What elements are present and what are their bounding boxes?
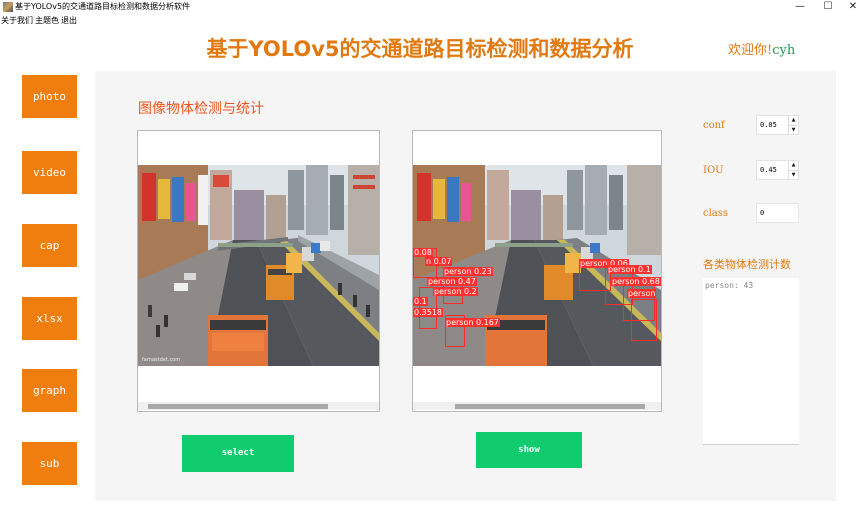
welcome-text: 欢迎你!cyh xyxy=(728,42,795,60)
section-title: 图像物体检测与统计 xyxy=(138,101,264,117)
detection-label: person xyxy=(627,289,657,298)
detected-hscrollbar[interactable] xyxy=(413,402,661,410)
iou-up-arrow-icon[interactable]: ▲ xyxy=(788,161,798,170)
show-button[interactable]: show xyxy=(476,432,582,468)
street-scene-image: farnastdet.com xyxy=(138,165,379,366)
count-title: 各类物体检测计数 xyxy=(703,258,791,271)
iou-value: 0.45 xyxy=(760,166,777,174)
detection-label: person 0.23 xyxy=(443,267,493,276)
conf-spinbox[interactable]: 0.05 ▲ ▼ xyxy=(756,115,799,135)
window-titlebar: 基于YOLOv5的交通道路目标检测和数据分析软件 — ☐ ✕ xyxy=(0,0,865,14)
cap-button[interactable]: cap xyxy=(22,224,77,267)
conf-up-arrow-icon[interactable]: ▲ xyxy=(788,116,798,125)
username: cyh xyxy=(772,43,796,58)
app-icon xyxy=(3,2,13,12)
class-label: class xyxy=(703,208,729,219)
menu-theme[interactable]: 主题色 xyxy=(35,15,59,27)
original-hscroll-thumb[interactable] xyxy=(148,404,328,409)
conf-value: 0.05 xyxy=(760,121,777,129)
conf-label: conf xyxy=(703,120,725,131)
menu-exit[interactable]: 退出 xyxy=(61,15,77,27)
original-image-box: farnastdet.com xyxy=(137,130,380,412)
detected-hscroll-thumb[interactable] xyxy=(455,404,645,409)
page-title: 基于YOLOv5的交通道路目标检测和数据分析 xyxy=(206,37,634,61)
detection-label: person 0.167 xyxy=(445,318,500,327)
photo-button[interactable]: photo xyxy=(22,75,77,118)
iou-down-arrow-icon[interactable]: ▼ xyxy=(788,170,798,180)
count-text: person: 43 xyxy=(705,281,754,290)
detection-label: person 0.2 xyxy=(433,287,478,296)
minimize-button[interactable]: — xyxy=(785,0,815,14)
menu-about[interactable]: 关于我们 xyxy=(1,15,33,27)
iou-arrows: ▲ ▼ xyxy=(788,161,798,180)
detection-box xyxy=(631,299,657,341)
class-value: 0 xyxy=(760,209,765,217)
conf-down-arrow-icon[interactable]: ▼ xyxy=(788,125,798,135)
window-title: 基于YOLOv5的交通道路目标检测和数据分析软件 xyxy=(15,2,191,11)
close-button[interactable]: ✕ xyxy=(838,0,865,14)
detection-label: n 0.07 xyxy=(425,257,453,266)
detection-label: 0.1 xyxy=(413,297,428,306)
original-street-photo: farnastdet.com xyxy=(138,165,379,366)
welcome-prefix: 欢迎你! xyxy=(728,43,773,58)
graph-button[interactable]: graph xyxy=(22,369,77,412)
original-hscrollbar[interactable] xyxy=(138,402,379,410)
count-textbox[interactable]: person: 43 xyxy=(703,278,799,445)
video-button[interactable]: video xyxy=(22,151,77,194)
select-button[interactable]: select xyxy=(182,435,294,472)
detected-image-box: 0.08 n 0.07 person 0.23 person 0.47 pers… xyxy=(412,130,662,412)
iou-label: IOU xyxy=(703,165,724,176)
class-input[interactable]: 0 xyxy=(756,203,799,223)
sub-button[interactable]: sub xyxy=(22,442,77,485)
photo-credit: farnastdet.com xyxy=(142,357,180,363)
conf-arrows: ▲ ▼ xyxy=(788,116,798,135)
menu-bar: 关于我们 主题色 退出 xyxy=(0,14,865,28)
detected-street-photo: 0.08 n 0.07 person 0.23 person 0.47 pers… xyxy=(413,165,661,366)
detection-label: person 0.47 xyxy=(427,277,477,286)
xlsx-button[interactable]: xlsx xyxy=(22,297,77,340)
detection-label: person 0.1 xyxy=(607,265,652,274)
iou-spinbox[interactable]: 0.45 ▲ ▼ xyxy=(756,160,799,180)
detection-label: 0.08 xyxy=(413,248,433,257)
detection-label: person 0.68 xyxy=(611,277,661,286)
detection-label: 0.3518 xyxy=(413,308,443,317)
